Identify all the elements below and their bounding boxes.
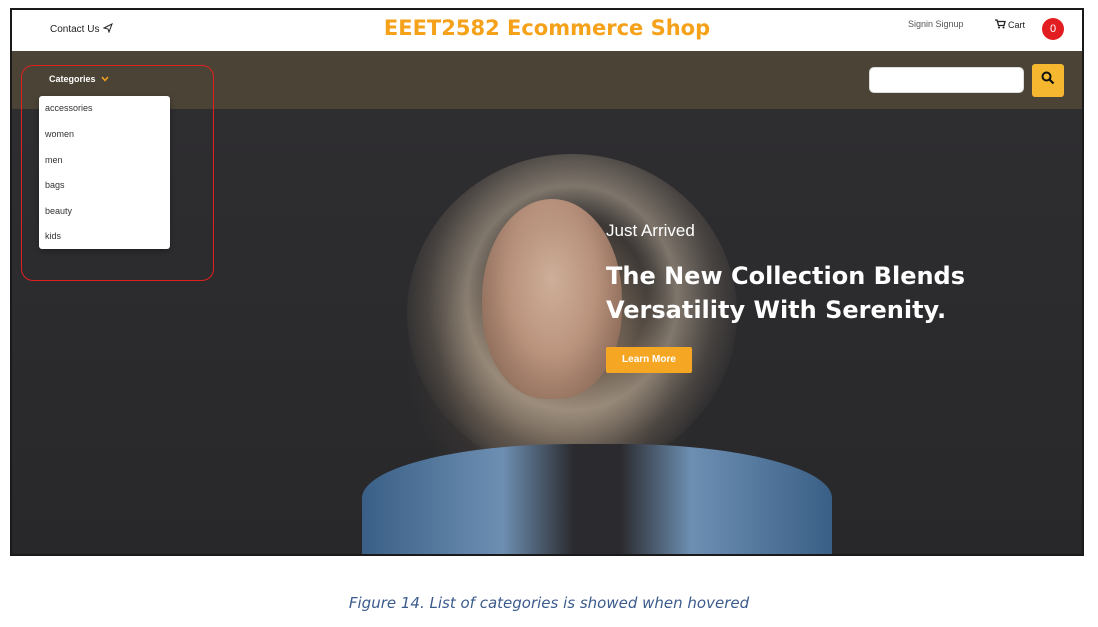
hero-image-face [482,199,622,399]
figure-caption: Figure 14. List of categories is showed … [348,594,750,612]
hero-headline-line1: The New Collection Blends [606,262,966,290]
hero-image-jacket [362,444,832,554]
cart-link[interactable]: Cart [995,19,1025,31]
highlight-annotation-box [21,65,214,281]
signin-signup-link[interactable]: Signin Signup [908,19,964,29]
cart-label: Cart [1008,20,1026,30]
cart-count-badge[interactable]: 0 [1042,18,1064,40]
search-icon [1041,71,1055,90]
hero-headline: The New Collection Blends Versatility Wi… [606,259,1026,327]
search-input[interactable] [869,67,1024,93]
cart-icon [995,19,1006,31]
hero-kicker: Just Arrived [606,221,695,240]
learn-more-button[interactable]: Learn More [606,347,692,373]
top-bar: Contact Us EEET2582 Ecommerce Shop Signi… [12,10,1082,52]
hero-headline-line2: Versatility With Serenity. [606,296,947,324]
browser-viewport: Contact Us EEET2582 Ecommerce Shop Signi… [10,8,1084,556]
search-button[interactable] [1032,64,1064,97]
